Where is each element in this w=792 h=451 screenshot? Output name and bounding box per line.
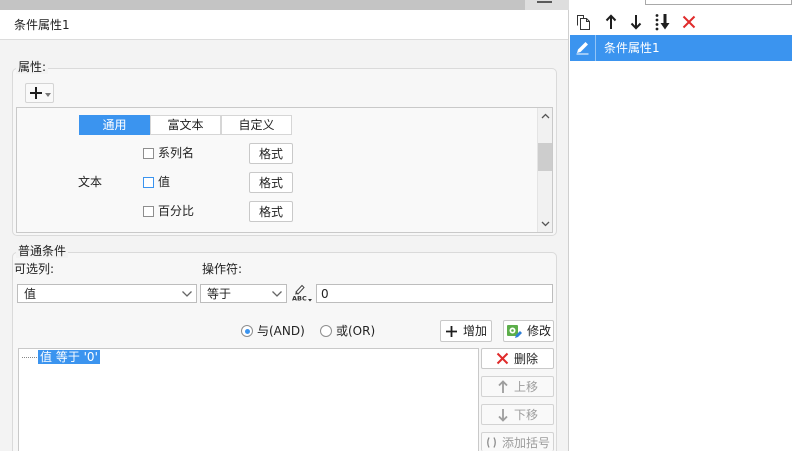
move-to-bottom-icon[interactable] [654,13,671,31]
attribute-list-item-label: 条件属性1 [604,41,660,55]
formula-icon[interactable]: ABC [291,283,313,303]
edit-settings-icon [507,325,522,338]
bracket-icon [487,437,496,448]
pencil-icon [576,42,589,55]
condition-value-text: 0 [321,287,329,301]
series-name-format-button[interactable]: 格式 [249,143,293,164]
percentage-checkbox[interactable] [143,206,154,217]
scrollbar-thumb[interactable] [538,143,552,171]
arrow-up-icon [498,380,508,393]
value-label: 值 [158,175,171,189]
arrow-up-icon[interactable] [605,14,617,30]
arrow-down-icon [498,409,508,422]
arrow-down-icon[interactable] [630,14,642,30]
condition-value-input[interactable]: 0 [316,284,553,303]
editor-title: 条件属性1 [14,18,70,32]
percentage-format-button[interactable]: 格式 [249,201,293,222]
add-bracket-button[interactable]: 添加括号 [481,432,554,451]
column-select[interactable]: 值 [17,284,197,303]
delete-condition-button[interactable]: 删除 [481,348,554,369]
move-down-button[interactable]: 下移 [481,404,554,425]
chevron-down-icon[interactable] [541,221,550,227]
condition-tree-item[interactable]: 值 等于 '0' [38,350,100,364]
properties-legend: 属性: [16,60,49,74]
minimize-icon [537,1,552,3]
series-name-checkbox[interactable] [143,148,154,159]
operator-label: 操作符: [202,262,243,276]
delete-icon [496,352,509,365]
title-bar [0,0,525,10]
chevron-down-icon[interactable] [178,285,196,302]
text-group-label: 文本 [78,175,103,189]
dropdown-triangle-icon [45,93,51,97]
column-select-value: 值 [24,287,37,301]
copy-icon[interactable] [575,14,592,31]
tab-rich-text[interactable]: 富文本 [150,115,221,135]
tree-connector [22,357,37,358]
series-name-label: 系列名 [158,146,195,160]
list-item-separator [595,35,596,61]
chevron-down-icon[interactable] [268,285,286,302]
and-radio-label: 与(AND) [257,324,305,338]
top-right-input[interactable] [645,0,792,5]
chevron-up-icon[interactable] [541,113,550,119]
value-format-button[interactable]: 格式 [249,172,293,193]
plus-icon [30,87,42,99]
operator-select[interactable]: 等于 [200,284,287,303]
percentage-label: 百分比 [158,204,195,218]
plus-icon [446,326,457,337]
properties-scrollbar[interactable] [537,108,552,232]
modify-condition-button[interactable]: 修改 [503,320,554,342]
delete-icon[interactable] [682,15,696,29]
svg-text:ABC: ABC [292,295,307,303]
value-checkbox[interactable] [143,177,154,188]
attribute-list-toolbar [570,11,792,35]
or-radio-label: 或(OR) [336,324,376,338]
tab-general[interactable]: 通用 [79,115,150,135]
window-minimize-button[interactable] [525,0,569,10]
tab-custom[interactable]: 自定义 [221,115,292,135]
column-label: 可选列: [14,262,55,276]
and-radio[interactable] [241,325,253,337]
move-up-button[interactable]: 上移 [481,376,554,397]
attribute-list-item[interactable]: 条件属性1 [570,35,792,61]
add-condition-button[interactable]: 增加 [440,320,492,342]
operator-select-value: 等于 [207,287,232,301]
or-radio[interactable] [320,325,332,337]
editor-header: 条件属性1 [0,10,568,40]
condition-legend: 普通条件 [16,244,69,258]
add-property-button[interactable] [25,83,54,103]
